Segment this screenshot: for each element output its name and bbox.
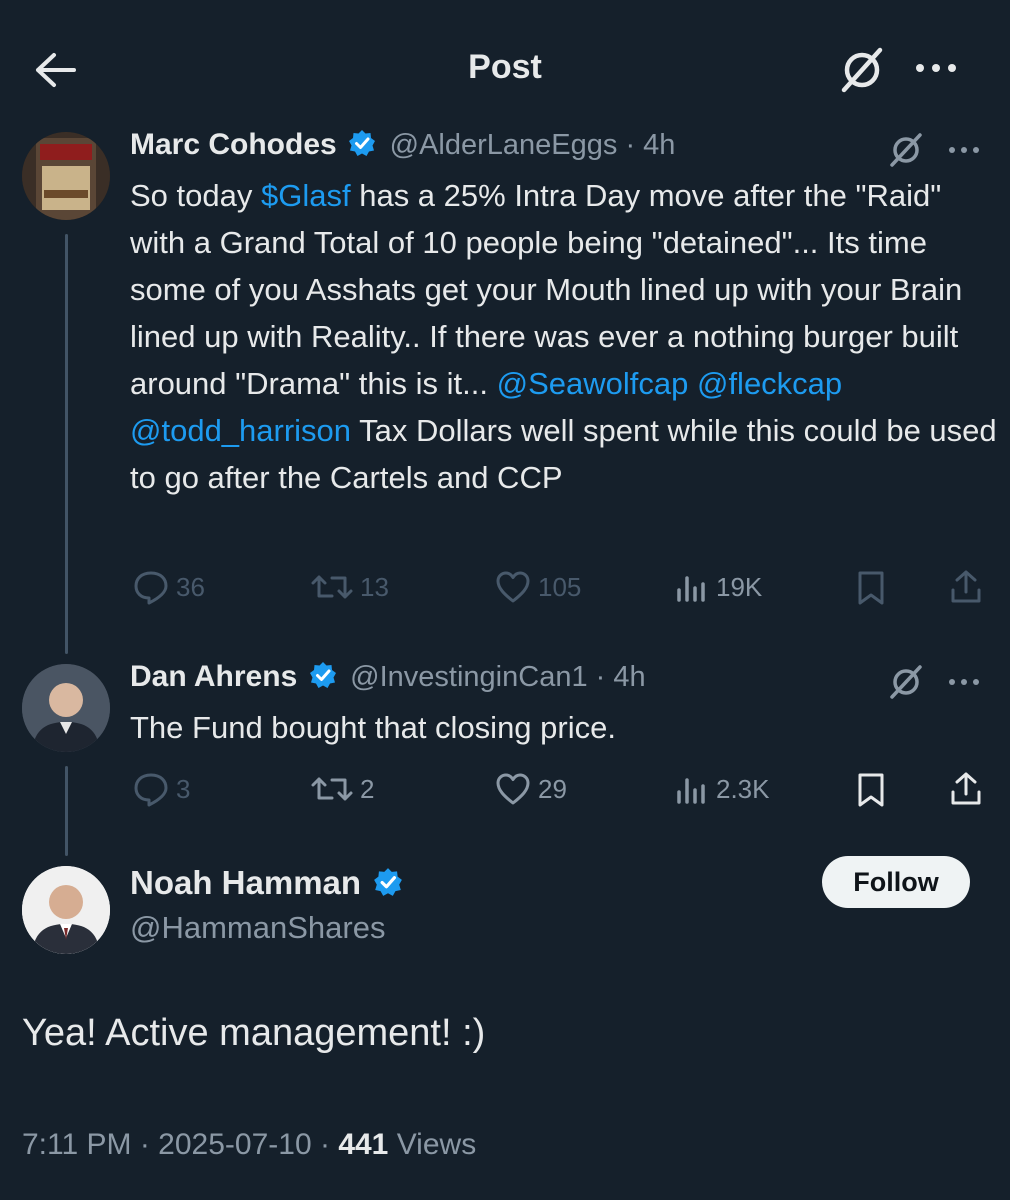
post-text: Yea! Active management! :) <box>22 1012 486 1054</box>
thread-line <box>65 766 68 856</box>
more-options-button[interactable] <box>912 52 960 84</box>
post-time[interactable]: 4h <box>613 661 645 693</box>
post-date[interactable]: 2025-07-10 <box>158 1128 311 1161</box>
like-count: 105 <box>538 571 582 602</box>
grok-button[interactable] <box>888 132 924 173</box>
reply-icon <box>134 571 168 605</box>
views-count: 19K <box>716 571 763 602</box>
more-dots-icon <box>949 679 979 685</box>
views-label: Views <box>396 1128 477 1161</box>
bourbon-bottle-image <box>22 132 110 220</box>
repost-count: 2 <box>360 773 375 804</box>
post-time[interactable]: 4h <box>643 129 675 161</box>
post-metadata: 7:11 PM · 2025-07-10 · 441 Views <box>22 1128 477 1161</box>
author-handle[interactable]: @AlderLaneEggs <box>390 129 618 161</box>
bookmark-button[interactable] <box>854 772 888 813</box>
grok-icon <box>890 133 922 167</box>
avatar-marc-cohodes[interactable] <box>22 132 110 220</box>
thread-line <box>65 234 68 654</box>
tweet2-header: Dan Ahrens @InvestinginCan1 · 4h <box>130 660 646 693</box>
views-button[interactable]: 2.3K <box>674 770 770 808</box>
author-name[interactable]: Marc Cohodes <box>130 128 337 161</box>
like-button[interactable]: 105 <box>494 568 581 606</box>
reply-icon <box>134 773 168 807</box>
grok-icon <box>841 47 883 93</box>
views-button[interactable]: 19K <box>674 568 762 606</box>
verified-badge-icon <box>373 868 402 896</box>
views-count: 2.3K <box>716 773 770 804</box>
author-name[interactable]: Noah Hamman <box>130 864 361 901</box>
more-dots-icon <box>916 64 956 72</box>
tweet1-header: Marc Cohodes @AlderLaneEggs · 4h <box>130 128 676 161</box>
repost-icon <box>311 777 353 801</box>
mention-link[interactable]: @todd_harrison <box>130 413 351 448</box>
reply-count: 3 <box>176 773 191 804</box>
grok-button[interactable] <box>888 664 924 705</box>
verified-badge-icon <box>349 130 376 156</box>
grok-icon <box>890 665 922 699</box>
repost-button[interactable]: 2 <box>310 770 374 808</box>
heart-icon <box>496 773 530 805</box>
tweet1-text: So today $Glasf has a 25% Intra Day move… <box>130 178 997 495</box>
heart-icon <box>496 571 530 603</box>
bookmark-icon <box>858 773 884 807</box>
avatar-dan-ahrens[interactable] <box>22 664 110 752</box>
more-options-button[interactable] <box>946 140 986 165</box>
like-button[interactable]: 29 <box>494 770 567 808</box>
cashtag-link[interactable]: $Glasf <box>261 178 351 213</box>
share-button[interactable] <box>948 568 984 611</box>
bar-chart-icon <box>677 576 705 602</box>
author-handle[interactable]: @HammanShares <box>130 910 385 946</box>
more-dots-icon <box>949 147 979 153</box>
bar-chart-icon <box>677 778 705 804</box>
verified-badge-icon <box>309 662 336 688</box>
main-author-header: Noah Hamman <box>130 864 404 902</box>
reply-count: 36 <box>176 571 205 602</box>
like-count: 29 <box>538 773 567 804</box>
reply-button[interactable]: 36 <box>132 568 205 606</box>
post-time[interactable]: 7:11 PM <box>22 1128 132 1161</box>
reply-button[interactable]: 3 <box>132 770 190 808</box>
author-handle[interactable]: @InvestinginCan1 <box>350 661 587 693</box>
bookmark-button[interactable] <box>854 570 888 611</box>
author-name[interactable]: Dan Ahrens <box>130 660 297 693</box>
more-options-button[interactable] <box>946 672 986 697</box>
bookmark-icon <box>858 571 884 605</box>
follow-button[interactable]: Follow <box>822 856 970 908</box>
share-icon <box>951 772 981 805</box>
tweet2-text: The Fund bought that closing price. <box>130 710 616 745</box>
share-button[interactable] <box>948 770 984 813</box>
avatar-noah-hamman[interactable] <box>22 866 110 954</box>
views-count: 441 <box>338 1128 389 1161</box>
repost-button[interactable]: 13 <box>310 568 389 606</box>
repost-count: 13 <box>360 571 389 602</box>
person-photo-image <box>22 866 110 954</box>
mention-link[interactable]: @fleckcap <box>697 366 842 401</box>
repost-icon <box>311 575 353 599</box>
share-icon <box>951 570 981 603</box>
grok-button[interactable] <box>838 46 886 94</box>
mention-link[interactable]: @Seawolfcap <box>497 366 689 401</box>
person-photo-image <box>22 664 110 752</box>
